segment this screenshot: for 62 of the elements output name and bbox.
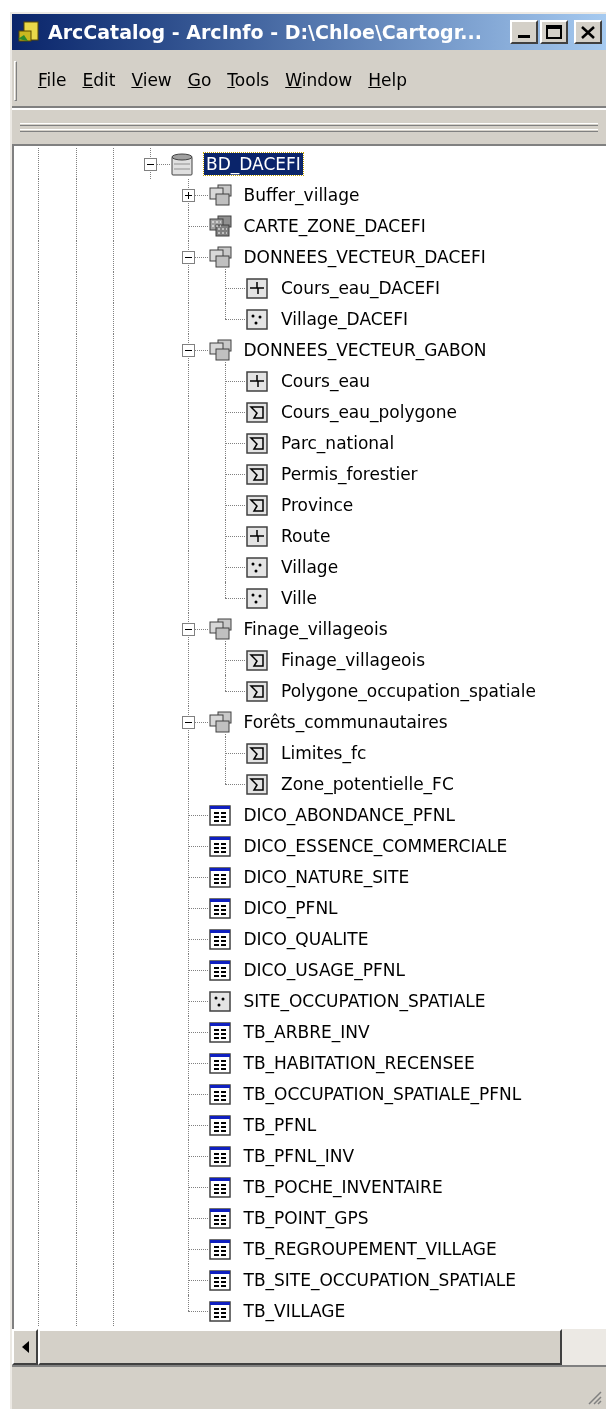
minimize-icon bbox=[518, 35, 530, 38]
plus-icon bbox=[184, 191, 192, 199]
point-layer-icon bbox=[245, 585, 269, 610]
line-layer-icon bbox=[245, 368, 269, 393]
menu-item[interactable]: File bbox=[31, 64, 74, 98]
polygon-layer-icon bbox=[245, 492, 269, 517]
point-layer-icon bbox=[245, 554, 269, 579]
expand-toggle[interactable] bbox=[181, 188, 195, 202]
table-icon bbox=[207, 1081, 232, 1106]
feature-dataset-icon bbox=[207, 616, 232, 641]
menu-item[interactable]: Edit bbox=[75, 64, 123, 98]
point-layer-icon bbox=[245, 306, 269, 331]
table-icon bbox=[207, 833, 232, 858]
expand-toggle[interactable] bbox=[144, 157, 157, 171]
menu-item[interactable]: Tools bbox=[220, 64, 277, 98]
minimize-button[interactable] bbox=[510, 20, 538, 44]
polygon-layer-icon bbox=[245, 740, 269, 765]
table-icon bbox=[207, 1019, 232, 1044]
expand-toggle[interactable] bbox=[181, 622, 195, 636]
table-icon bbox=[207, 1205, 232, 1230]
point-layer-icon bbox=[207, 988, 232, 1013]
feature-dataset-icon bbox=[207, 182, 232, 207]
feature-dataset-icon bbox=[207, 337, 232, 362]
table-icon bbox=[207, 1174, 232, 1199]
polygon-layer-icon bbox=[245, 430, 269, 455]
table-icon bbox=[207, 1236, 232, 1261]
maximize-icon bbox=[546, 25, 562, 39]
maximize-button[interactable] bbox=[540, 20, 568, 44]
line-layer-icon bbox=[245, 523, 269, 548]
table-icon bbox=[207, 864, 232, 889]
table-icon bbox=[207, 957, 232, 982]
table-icon bbox=[207, 895, 232, 920]
menu-item[interactable]: Help bbox=[361, 64, 415, 98]
polygon-layer-icon bbox=[245, 771, 269, 796]
menu-item[interactable]: Go bbox=[180, 64, 219, 98]
resize-grip-icon bbox=[586, 1389, 602, 1405]
polygon-layer-icon bbox=[245, 399, 269, 424]
menu-item[interactable]: View bbox=[124, 64, 179, 98]
table-icon bbox=[207, 802, 232, 827]
table-icon bbox=[207, 1112, 232, 1137]
polygon-layer-icon bbox=[245, 678, 269, 703]
feature-dataset-icon bbox=[207, 709, 232, 734]
polygon-layer-icon bbox=[245, 461, 269, 486]
expand-toggle[interactable] bbox=[181, 343, 195, 357]
menu-item[interactable]: Window bbox=[278, 64, 360, 98]
left-arrow-icon bbox=[21, 1341, 29, 1353]
table-icon bbox=[207, 926, 232, 951]
polygon-layer-icon bbox=[245, 647, 269, 672]
table-icon bbox=[207, 1143, 232, 1168]
table-icon bbox=[207, 1050, 232, 1075]
close-button[interactable] bbox=[574, 20, 602, 44]
expand-toggle[interactable] bbox=[181, 715, 195, 729]
close-icon bbox=[581, 25, 595, 39]
line-layer-icon bbox=[245, 275, 269, 300]
window-title: ArcCatalog - ArcInfo - D:\Chloe\Cartogr... bbox=[48, 19, 483, 45]
table-icon bbox=[207, 1298, 232, 1323]
expand-toggle[interactable] bbox=[181, 250, 195, 264]
feature-dataset-icon bbox=[207, 244, 232, 269]
database-icon bbox=[170, 151, 194, 176]
scroll-left-button[interactable] bbox=[12, 1329, 38, 1365]
tree-item[interactable]: BD_DACEFI bbox=[204, 152, 303, 175]
table-icon bbox=[207, 1267, 232, 1292]
